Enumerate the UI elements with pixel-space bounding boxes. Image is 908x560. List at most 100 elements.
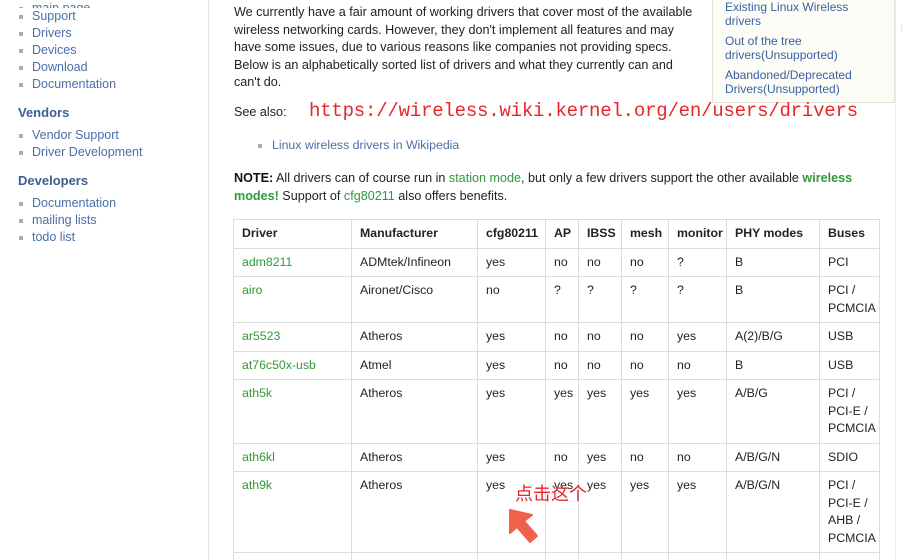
toc-link-existing-drivers[interactable]: Existing Linux Wireless drivers [725, 0, 886, 28]
sidebar-link-devices[interactable]: Devices [32, 43, 76, 57]
sidebar-heading-developers: Developers [18, 173, 89, 188]
sidebar-link-mailing-lists[interactable]: mailing lists [32, 213, 97, 227]
sidebar-item-download[interactable]: Download [18, 59, 208, 76]
cell-manufacturer: Atmel [351, 350, 478, 380]
bullet-icon [19, 15, 23, 19]
table-header-row: Driver Manufacturer cfg80211 AP IBSS mes… [233, 219, 880, 249]
cell-mesh: yes [621, 552, 669, 560]
toc-link-abandoned[interactable]: Abandoned/Deprecated Drivers(Unsupported… [725, 68, 886, 96]
toc-link-out-of-tree[interactable]: Out of the tree drivers(Unsupported) [725, 34, 886, 62]
cfg80211-link[interactable]: cfg80211 [344, 189, 395, 203]
sidebar-link-todo-list[interactable]: todo list [32, 230, 75, 244]
bullet-icon [19, 83, 23, 87]
col-header-mesh: mesh [621, 219, 669, 249]
sidebar-item-vendor-support[interactable]: Vendor Support [18, 127, 208, 144]
wiki-page: main page Support Drivers Devices Downlo… [0, 0, 908, 560]
cell-driver: adm8211 [233, 247, 352, 277]
cell-manufacturer: Atheros [351, 552, 478, 560]
cell-driver: at76c50x-usb [233, 350, 352, 380]
sidebar-item-devices[interactable]: Devices [18, 42, 208, 59]
sidebar-item-support[interactable]: Support [18, 8, 208, 25]
driver-link[interactable]: ath5k [242, 386, 272, 400]
col-header-ap: AP [545, 219, 579, 249]
bullet-icon [19, 219, 23, 223]
cell-ap: no [545, 442, 579, 472]
sidebar-top-list: Support Drivers Devices Download Documen… [0, 8, 208, 93]
sidebar-item-mailing-lists[interactable]: mailing lists [18, 212, 208, 229]
driver-link[interactable]: airo [242, 283, 263, 297]
cell-phy-modes: A/B/G/N [726, 471, 820, 553]
driver-link[interactable]: at76c50x-usb [242, 358, 316, 372]
sidebar-link-main-page[interactable]: main page [32, 1, 90, 8]
bullet-icon [19, 49, 23, 53]
col-header-driver: Driver [233, 219, 352, 249]
driver-link[interactable]: ath6kl [242, 450, 275, 464]
content-right-rule [895, 0, 896, 560]
cell-ap: ? [545, 276, 579, 323]
cell-driver: ath9k [233, 471, 352, 553]
cell-mesh: no [621, 322, 669, 352]
bullet-icon [19, 32, 23, 36]
cell-monitor: no [668, 442, 727, 472]
cell-buses: SDIO [819, 442, 880, 472]
sidebar-link-support[interactable]: Support [32, 9, 76, 23]
station-mode-link[interactable]: station mode [449, 171, 521, 185]
driver-link[interactable]: ath9k [242, 478, 272, 492]
table-row: ar5523 Atheros yes no no no yes A(2)/B/G USB [233, 322, 880, 352]
col-header-phy-modes: PHY modes [726, 219, 820, 249]
scroll-indicator[interactable]: ⁞ [898, 25, 905, 70]
bullet-icon [19, 66, 23, 70]
table-row: adm8211 ADMtek/Infineon yes no no no? B PCI [233, 247, 880, 277]
cell-cfg80211: yes [477, 322, 546, 352]
sidebar-link-drivers[interactable]: Drivers [32, 26, 72, 40]
cell-driver: airo [233, 276, 352, 323]
cell-buses: USB [819, 552, 880, 560]
table-row: airo Aironet/Cisco no???? B PCI / PCMCIA [233, 276, 880, 323]
bullet-icon [258, 144, 262, 148]
cell-mesh: no [621, 350, 669, 380]
main-content: Existing Linux Wireless drivers Out of t… [210, 0, 908, 560]
driver-link[interactable]: ar5523 [242, 329, 280, 343]
cell-phy-modes: B [726, 276, 820, 323]
cell-cfg80211: yes [477, 350, 546, 380]
cell-ibss: yes [578, 552, 622, 560]
cell-ibss: yes [578, 379, 622, 444]
sidebar-link-dev-documentation[interactable]: Documentation [32, 196, 116, 210]
sidebar-item-driver-development[interactable]: Driver Development [18, 144, 208, 161]
cell-ap: no [545, 247, 579, 277]
cell-cfg80211: yes [477, 552, 546, 560]
col-header-cfg80211: cfg80211 [477, 219, 546, 249]
driver-link[interactable]: adm8211 [242, 255, 292, 269]
table-row: ath6kl Atheros yes no yes no no A/B/G/N SDIO [233, 442, 880, 472]
table-row: ath9k_htcAtherosyesyesyesyesyesB/G/NUSB [233, 552, 880, 560]
cell-manufacturer: Atheros [351, 379, 478, 444]
cell-phy-modes: B [726, 247, 820, 277]
bullet-icon [19, 151, 23, 155]
table-of-contents: Existing Linux Wireless drivers Out of t… [712, 0, 895, 103]
cell-mesh: yes [621, 379, 669, 444]
note-paragraph: NOTE: All drivers can of course run in s… [234, 170, 894, 205]
note-part-1: All drivers can of course run in [273, 171, 449, 185]
see-also-list-item[interactable]: Linux wireless drivers in Wikipedia [258, 138, 459, 152]
sidebar-link-documentation[interactable]: Documentation [32, 77, 116, 91]
cell-phy-modes: B/G/N [726, 552, 820, 560]
see-also-label: See also: [234, 105, 287, 119]
cell-buses: PCI [819, 247, 880, 277]
sidebar-top-list-clipped: main page [0, 0, 208, 8]
sidebar-item-main-page[interactable]: main page [18, 0, 208, 8]
sidebar-item-documentation[interactable]: Documentation [18, 76, 208, 93]
table-row: at76c50x-usb Atmel yes no no no no B USB [233, 350, 880, 380]
sidebar-link-driver-development[interactable]: Driver Development [32, 145, 142, 159]
sidebar-item-dev-documentation[interactable]: Documentation [18, 195, 208, 212]
sidebar-item-todo-list[interactable]: todo list [18, 229, 208, 246]
wikipedia-link[interactable]: Linux wireless drivers in Wikipedia [272, 138, 459, 152]
cell-ap: yes [545, 379, 579, 444]
cell-driver: ar5523 [233, 322, 352, 352]
sidebar-link-download[interactable]: Download [32, 60, 88, 74]
url-annotation: https://wireless.wiki.kernel.org/en/user… [309, 100, 858, 122]
note-part-3: Support of [278, 188, 344, 203]
sidebar-link-vendor-support[interactable]: Vendor Support [32, 128, 119, 142]
cell-ap: no [545, 350, 579, 380]
cell-phy-modes: A/B/G/N [726, 442, 820, 472]
sidebar-item-drivers[interactable]: Drivers [18, 25, 208, 42]
